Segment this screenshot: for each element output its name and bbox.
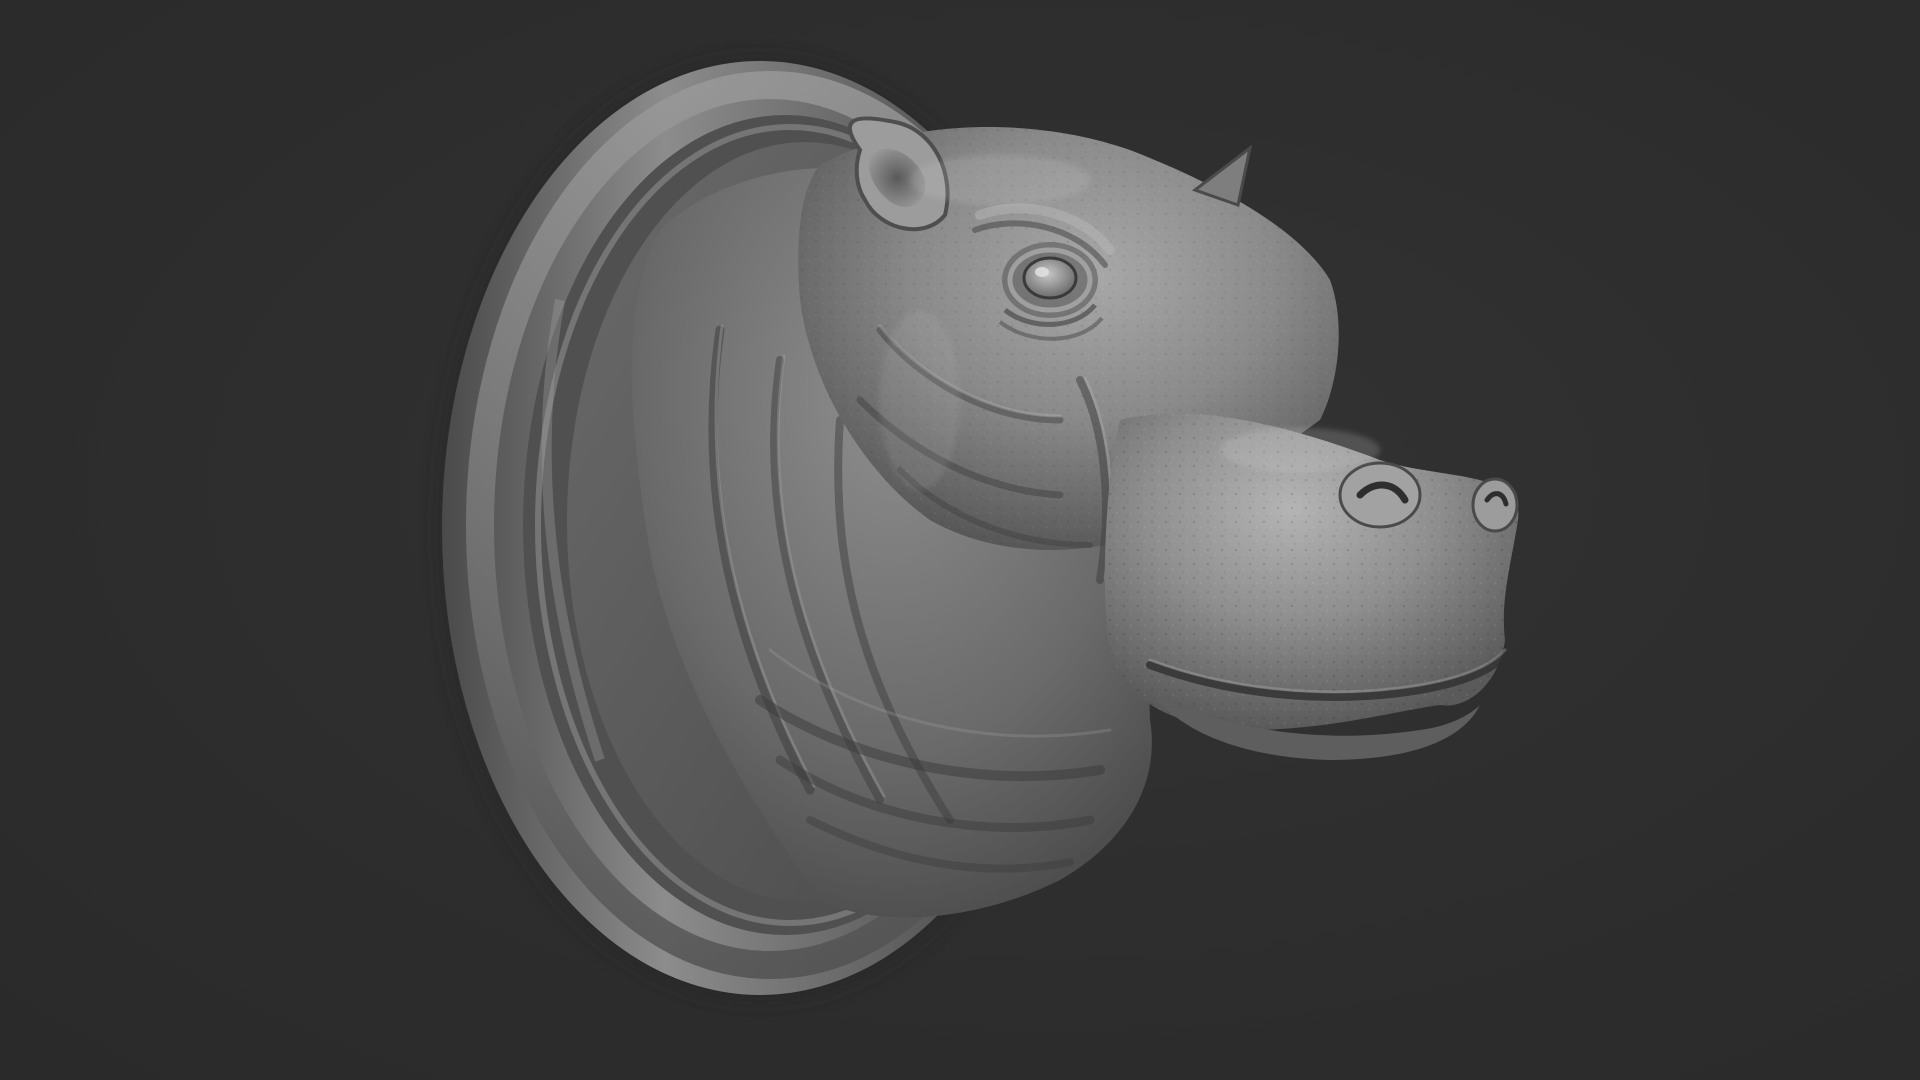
render-viewport <box>0 0 1920 1080</box>
sculpt-render <box>440 60 1519 1000</box>
hippo-head <box>631 116 1519 918</box>
